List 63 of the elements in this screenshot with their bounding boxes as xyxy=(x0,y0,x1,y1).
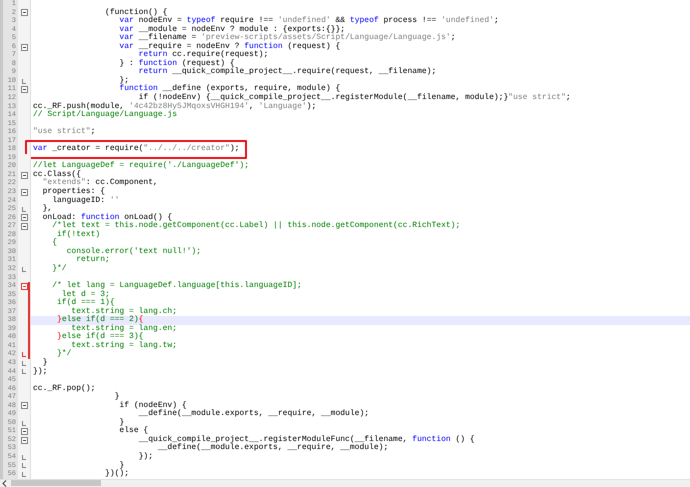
scroll-left-icon[interactable] xyxy=(2,480,7,487)
fold-box-icon[interactable] xyxy=(20,222,28,230)
code-line: (function() { xyxy=(104,8,168,17)
code-line: "extends": cc.Component, xyxy=(42,179,158,188)
code-line: } xyxy=(118,418,124,427)
code-line: }else if(d === 3){ xyxy=(56,333,144,342)
code-line: } : function (request) { xyxy=(118,60,235,68)
code-line: /* let lang = LanguageDef.language[this.languageID]; xyxy=(51,282,302,290)
code-line: __quick_compile_project__.registerModuleFunc(__filename, function () { xyxy=(138,436,475,444)
fold-box-icon[interactable] xyxy=(20,44,28,50)
code-line: if (!nodeEnv) {__quick_compile_project__.registerModule(__filename, module);}"use strict"; xyxy=(138,94,571,102)
code-line: })(); xyxy=(104,470,130,479)
code-line: // Script/Language/Language.js xyxy=(33,111,178,120)
code-line: return __quick_compile_project__.require(request, __filename); xyxy=(138,68,436,77)
code-line: }, xyxy=(42,205,52,214)
horizontal-scrollbar[interactable] xyxy=(0,478,690,487)
code-line: onLoad: function onLoad() { xyxy=(42,214,172,222)
code-line: var nodeEnv = typeof require !== 'undefined' && typeof process !== 'undefined'; xyxy=(118,17,499,26)
code-line: }*/ xyxy=(51,264,67,274)
code-line: "use strict"; xyxy=(33,128,96,137)
fold-box-icon[interactable] xyxy=(20,9,28,16)
code-line: var __require = nodeEnv ? function (request) { xyxy=(118,42,340,51)
code-line: return; xyxy=(76,256,110,265)
code-line: } xyxy=(114,393,120,402)
code-line: properties: { xyxy=(42,188,106,196)
code-line: else { xyxy=(118,427,148,436)
code-line: let d = 3; xyxy=(62,290,110,299)
code-line: text.string = lang.ch; xyxy=(71,308,178,316)
fold-box-icon[interactable] xyxy=(20,188,28,196)
code-line: return cc.require(request); xyxy=(138,51,268,60)
code-line: __define(__module.exports, __require, __module); xyxy=(138,410,370,419)
code-line: cc._RF.pop(); xyxy=(33,384,96,394)
code-line: var __module = nodeEnv ? module : {exports:{}}; xyxy=(118,26,346,34)
code-line: }); xyxy=(138,452,154,462)
code-line: languageID: '' xyxy=(51,196,120,206)
code-line: }*/ xyxy=(56,350,72,359)
code-line: { xyxy=(51,239,58,248)
fold-box-icon[interactable] xyxy=(20,428,28,436)
fold-box-icon[interactable] xyxy=(20,436,28,444)
fold-box-icon[interactable] xyxy=(20,402,28,410)
fold-box-icon[interactable] xyxy=(20,282,28,290)
code-line: text.string = lang.tw; xyxy=(71,342,178,350)
scrollbar-thumb[interactable] xyxy=(11,480,101,486)
code-line: //let LanguageDef = require('./LanguageDef'); xyxy=(33,162,250,170)
fold-box-icon[interactable] xyxy=(20,86,28,94)
fold-box-icon[interactable] xyxy=(20,214,28,222)
code-line: if (nodeEnv) { xyxy=(118,402,187,410)
code-line: if(!text) xyxy=(56,230,100,240)
code-line: /*let text = this.node.getComponent(cc.Label) || this.node.getComponent(cc.RichText); xyxy=(51,222,460,230)
fold-box-icon[interactable] xyxy=(20,172,28,179)
code-line: text.string = lang.en; xyxy=(71,324,178,333)
code-line: cc._RF.push(module, '4c42bz8Hy5JMqoxsVHGH194', 'Language'); xyxy=(33,102,316,111)
code-line: function __define (exports, require, module) { xyxy=(118,85,340,94)
code-line: }; xyxy=(118,76,130,85)
code-line: var __filename = 'preview-scripts/assets/Script/Language/Language.js'; xyxy=(118,34,456,42)
code-line: }else if(d === 2){ xyxy=(56,316,144,324)
code-line: } xyxy=(119,462,124,470)
code-line: if(d === 1){ xyxy=(56,299,115,308)
code-line: } xyxy=(42,358,48,367)
code-line: __define(__module.exports, __require, __module); xyxy=(156,444,388,453)
code-line: cc.Class({ xyxy=(33,170,82,179)
code-line: }); xyxy=(33,368,48,376)
code-line: console.error('text null!'); xyxy=(66,248,202,256)
